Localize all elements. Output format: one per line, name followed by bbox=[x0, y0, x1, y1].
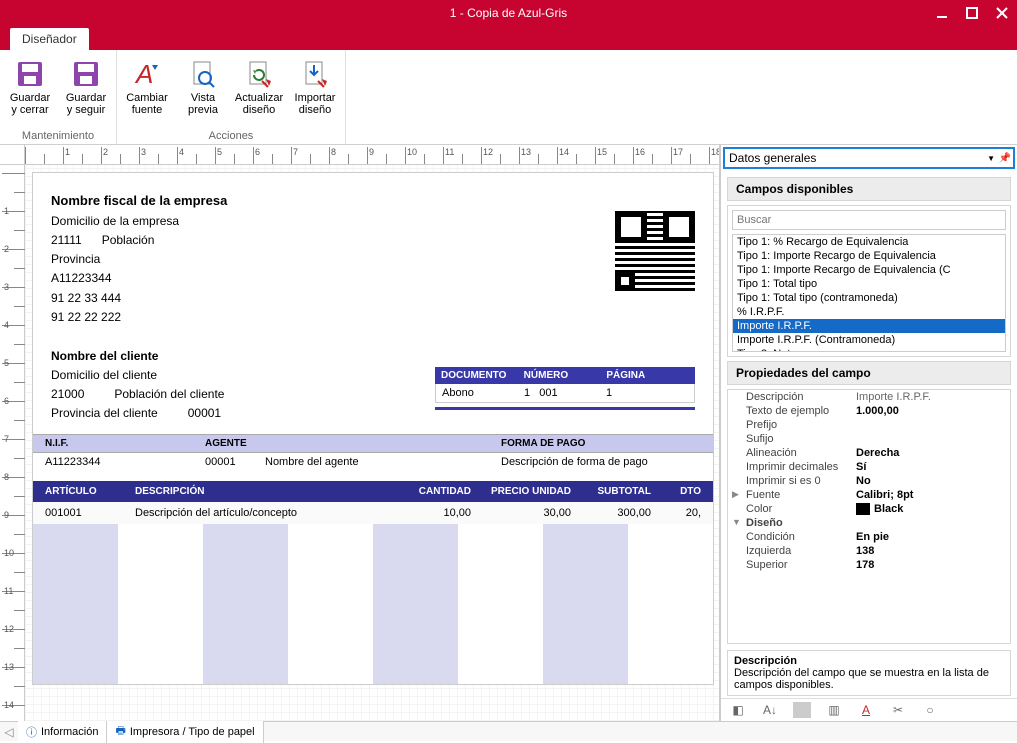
font-icon: A bbox=[131, 58, 163, 90]
group-label-mantenimiento: Mantenimiento bbox=[22, 129, 94, 144]
company-province: Provincia bbox=[51, 250, 227, 269]
field-list-item[interactable]: Tipo 1: Total tipo bbox=[733, 277, 1005, 291]
company-info: Nombre fiscal de la empresa Domicilio de… bbox=[51, 191, 227, 327]
field-list-item[interactable]: Tipo 1: Importe Recargo de Equivalencia … bbox=[733, 263, 1005, 277]
field-list-item[interactable]: Importe I.R.P.F. bbox=[733, 319, 1005, 333]
cut-icon[interactable]: ✂ bbox=[889, 702, 907, 718]
items-zebra bbox=[33, 524, 713, 684]
preview-button[interactable]: Vista previa bbox=[179, 56, 227, 118]
alphabetical-icon[interactable]: A↓ bbox=[761, 702, 779, 718]
save-close-icon bbox=[14, 58, 46, 90]
main-area: 123456789101112131415161718 123456789101… bbox=[0, 145, 1017, 721]
properties-grid[interactable]: DescripciónImporte I.R.P.F. Texto de eje… bbox=[727, 389, 1011, 644]
company-address: Domicilio de la empresa bbox=[51, 212, 227, 231]
panel-selector[interactable]: Datos generales ▼ 📌 bbox=[723, 147, 1015, 169]
pin-icon[interactable]: 📌 bbox=[999, 153, 1011, 164]
design-canvas-wrap: 123456789101112131415161718 123456789101… bbox=[0, 145, 720, 721]
info-icon: ⓘ bbox=[26, 724, 37, 740]
ribbon-group-mantenimiento: Guardar y cerrar Guardar y seguir Manten… bbox=[0, 50, 117, 144]
preview-icon bbox=[187, 58, 219, 90]
maximize-button[interactable] bbox=[957, 0, 987, 25]
ribbon-group-acciones: A Cambiar fuente Vista previa Actualizar… bbox=[117, 50, 346, 144]
group-label-acciones: Acciones bbox=[209, 129, 254, 144]
barcode-icon[interactable]: ▥ bbox=[825, 702, 843, 718]
help-box: Descripción Descripción del campo que se… bbox=[727, 650, 1011, 696]
ribbon: Guardar y cerrar Guardar y seguir Manten… bbox=[0, 50, 1017, 145]
field-list-item[interactable]: Tipo 1: % Recargo de Equivalencia bbox=[733, 235, 1005, 249]
client-name: Nombre del cliente bbox=[51, 347, 224, 366]
chevron-down-icon: ▼ bbox=[987, 154, 995, 163]
close-button[interactable] bbox=[987, 0, 1017, 25]
update-design-button[interactable]: Actualizar diseño bbox=[235, 56, 283, 118]
chevron-down-icon[interactable]: ▼ bbox=[732, 517, 741, 527]
tab-printer[interactable]: 🖶Impresora / Tipo de papel bbox=[107, 720, 263, 743]
change-font-button[interactable]: A Cambiar fuente bbox=[123, 56, 171, 118]
client-address: Domicilio del cliente bbox=[51, 366, 224, 385]
update-icon bbox=[243, 58, 275, 90]
design-canvas[interactable]: Nombre fiscal de la empresa Domicilio de… bbox=[25, 165, 719, 721]
panel-toolbar: ◧ A↓ ▥ A ✂ ○ bbox=[721, 698, 1017, 721]
fields-search-input[interactable] bbox=[732, 210, 1006, 230]
qr-code bbox=[615, 211, 695, 291]
field-list-item[interactable]: Importe I.R.P.F. (Contramoneda) bbox=[733, 333, 1005, 347]
title-bar: 1 - Copia de Azul-Gris bbox=[0, 0, 1017, 25]
save-continue-button[interactable]: Guardar y seguir bbox=[62, 56, 110, 118]
field-list-item[interactable]: % I.R.P.F. bbox=[733, 305, 1005, 319]
color-swatch bbox=[856, 503, 870, 515]
items-header: ARTÍCULO DESCRIPCIÓN CANTIDAD PRECIO UNI… bbox=[33, 481, 713, 502]
save-continue-icon bbox=[70, 58, 102, 90]
client-info: Nombre del cliente Domicilio del cliente… bbox=[51, 347, 224, 424]
nif-block: N.I.F.AGENTEFORMA DE PAGO A1122334400001… bbox=[33, 434, 713, 471]
import-design-button[interactable]: Importar diseño bbox=[291, 56, 339, 118]
vertical-ruler: 123456789101112131415 bbox=[0, 165, 25, 721]
window-controls bbox=[927, 0, 1017, 25]
save-close-button[interactable]: Guardar y cerrar bbox=[6, 56, 54, 118]
shape-icon[interactable]: ○ bbox=[921, 702, 939, 718]
printer-icon: 🖶 bbox=[115, 722, 125, 741]
minimize-button[interactable] bbox=[927, 0, 957, 25]
import-icon bbox=[299, 58, 331, 90]
svg-text:A: A bbox=[134, 59, 153, 89]
items-row: 001001 Descripción del artículo/concepto… bbox=[33, 502, 713, 524]
field-props-header: Propiedades del campo bbox=[727, 361, 1011, 385]
text-icon[interactable]: A bbox=[857, 702, 875, 718]
categorized-icon[interactable]: ◧ bbox=[729, 702, 747, 718]
bottom-bar: ◁ ⓘInformación 🖶Impresora / Tipo de pape… bbox=[0, 721, 1017, 741]
company-cif: A11223344 bbox=[51, 269, 227, 288]
fields-list[interactable]: Tipo 1: % Recargo de EquivalenciaTipo 1:… bbox=[732, 234, 1006, 352]
window-title: 1 - Copia de Azul-Gris bbox=[450, 6, 567, 20]
available-fields-header: Campos disponibles bbox=[727, 177, 1011, 201]
company-phone2: 91 22 22 222 bbox=[51, 308, 227, 327]
document-preview[interactable]: Nombre fiscal de la empresa Domicilio de… bbox=[33, 173, 713, 684]
ribbon-tabstrip: Diseñador bbox=[0, 25, 1017, 50]
tab-scroll-left[interactable]: ◁ bbox=[0, 720, 18, 743]
horizontal-ruler: 123456789101112131415161718 bbox=[0, 145, 719, 165]
document-info: DOCUMENTONÚMEROPÁGINA Abono 1 001 1 bbox=[435, 367, 695, 424]
tab-information[interactable]: ⓘInformación bbox=[18, 720, 107, 743]
company-name: Nombre fiscal de la empresa bbox=[51, 191, 227, 212]
field-list-item[interactable]: Tipo 1: Importe Recargo de Equivalencia bbox=[733, 249, 1005, 263]
field-list-item[interactable]: Tipo 1: Total tipo (contramoneda) bbox=[733, 291, 1005, 305]
field-list-item[interactable]: Tipo 2: Neto bbox=[733, 347, 1005, 352]
tab-designer[interactable]: Diseñador bbox=[10, 28, 89, 50]
properties-panel: Datos generales ▼ 📌 Campos disponibles T… bbox=[720, 145, 1017, 721]
fields-box: Tipo 1: % Recargo de EquivalenciaTipo 1:… bbox=[727, 205, 1011, 357]
company-phone1: 91 22 33 444 bbox=[51, 289, 227, 308]
chevron-right-icon[interactable]: ▶ bbox=[732, 489, 739, 500]
